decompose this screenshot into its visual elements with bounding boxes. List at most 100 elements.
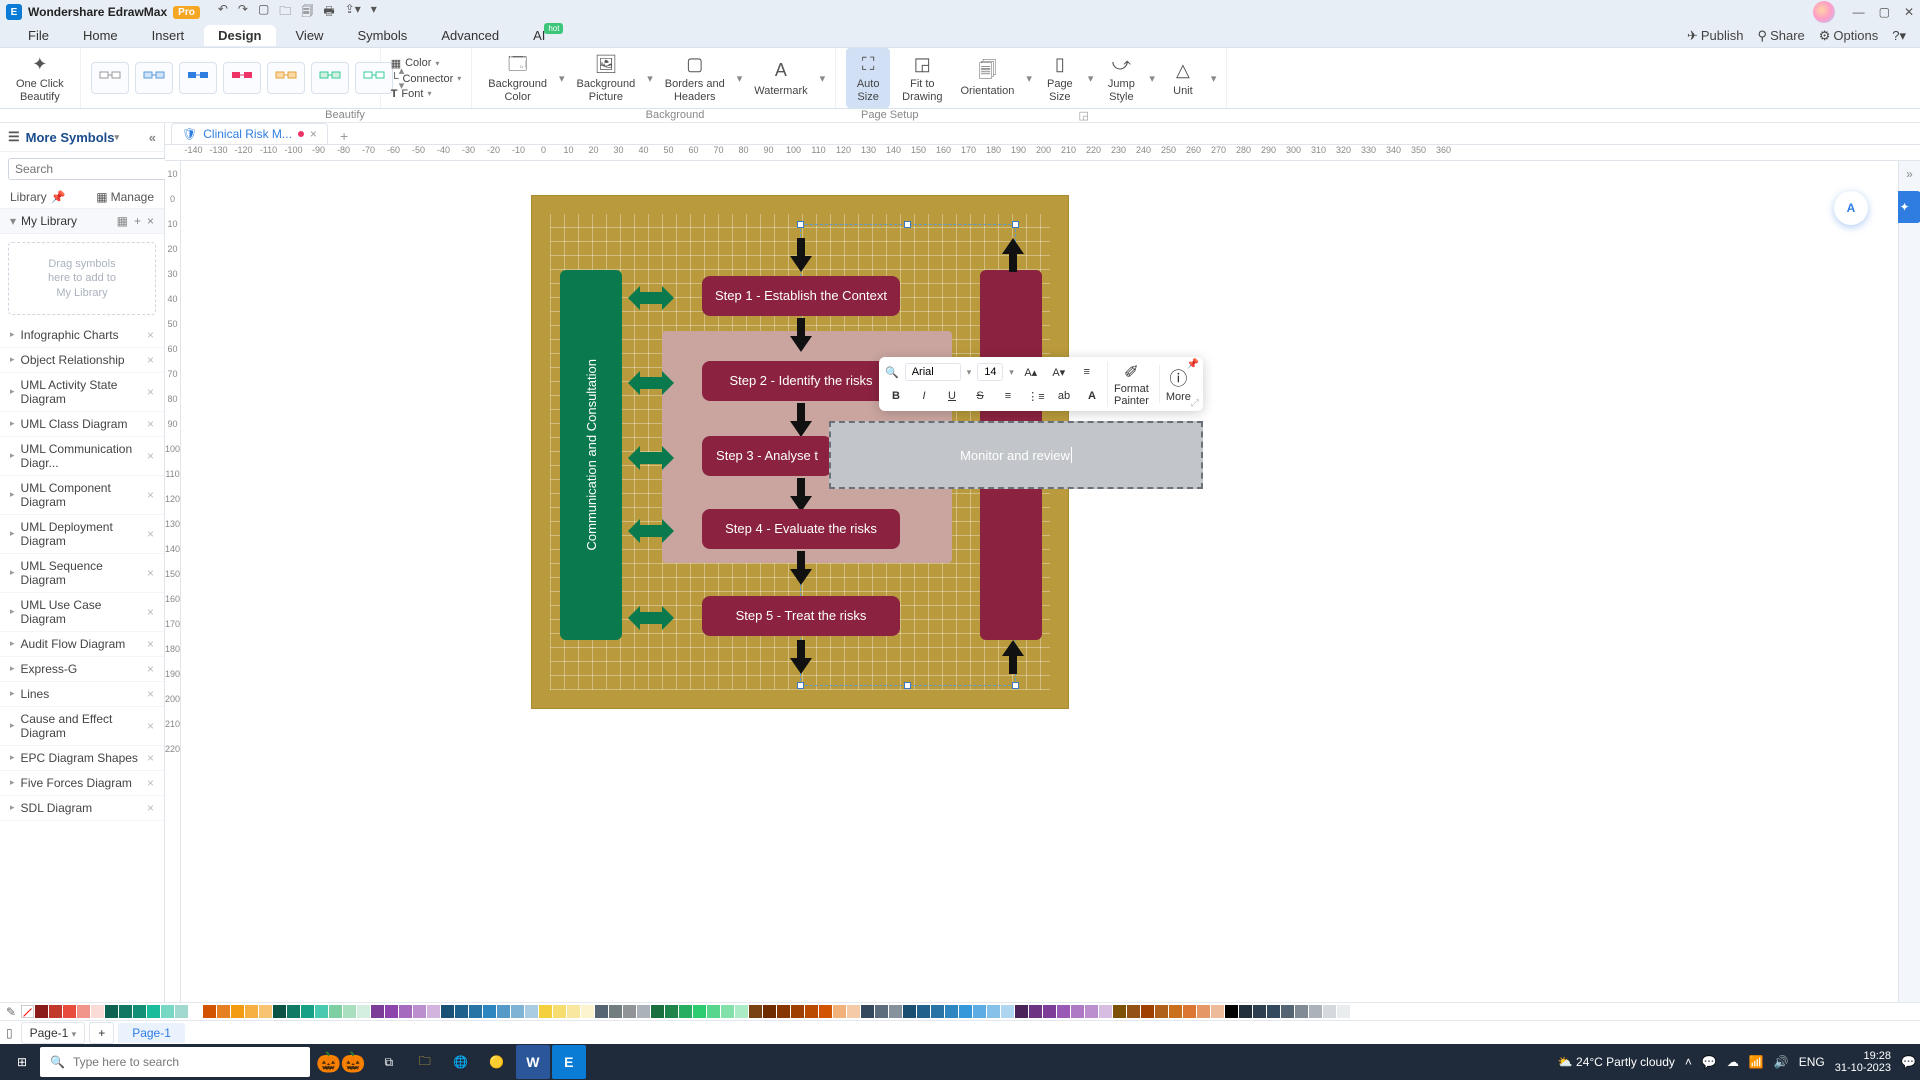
watermark-button[interactable]: AWatermark <box>748 55 813 102</box>
background-color-button[interactable]: 🗔Background Color <box>482 48 553 107</box>
category-close-icon[interactable]: × <box>147 449 154 463</box>
color-swatch[interactable] <box>749 1005 762 1018</box>
color-swatch[interactable] <box>1351 1005 1364 1018</box>
color-swatch[interactable] <box>1155 1005 1168 1018</box>
category-close-icon[interactable]: × <box>147 488 154 502</box>
color-swatch[interactable] <box>525 1005 538 1018</box>
category-close-icon[interactable]: × <box>147 605 154 619</box>
save-icon[interactable]: 🗐 <box>301 2 313 23</box>
color-swatch[interactable] <box>1197 1005 1210 1018</box>
jump-drop-icon[interactable]: ▾ <box>1149 72 1155 85</box>
color-swatch[interactable] <box>133 1005 146 1018</box>
color-swatch[interactable] <box>259 1005 272 1018</box>
color-swatch[interactable] <box>553 1005 566 1018</box>
color-swatch[interactable] <box>721 1005 734 1018</box>
color-swatch[interactable] <box>1141 1005 1154 1018</box>
fit-drawing-button[interactable]: ◲Fit to Drawing <box>896 48 948 107</box>
bg-picture-drop-icon[interactable]: ▾ <box>647 72 653 85</box>
category-item[interactable]: UML Sequence Diagram× <box>0 554 164 593</box>
color-swatch[interactable] <box>231 1005 244 1018</box>
category-item[interactable]: Lines× <box>0 682 164 707</box>
menu-design[interactable]: Design <box>204 25 275 46</box>
step-1-box[interactable]: Step 1 - Establish the Context <box>702 276 900 316</box>
notifications-icon[interactable]: 💬 <box>1901 1055 1916 1069</box>
onedrive-icon[interactable]: ☁ <box>1727 1055 1739 1069</box>
category-item[interactable]: SDL Diagram× <box>0 796 164 821</box>
tray-up-icon[interactable]: ˄ <box>1685 1055 1692 1069</box>
word-icon[interactable]: W <box>516 1045 550 1079</box>
color-swatch[interactable] <box>693 1005 706 1018</box>
green-arrow-1[interactable] <box>628 286 674 310</box>
category-item[interactable]: Object Relationship× <box>0 348 164 373</box>
canvas[interactable]: Communication and Consultation Step 1 - … <box>181 161 1898 1002</box>
menu-insert[interactable]: Insert <box>138 25 199 46</box>
color-swatch[interactable] <box>1337 1005 1350 1018</box>
arrow-down-4[interactable] <box>790 478 812 512</box>
color-swatch[interactable] <box>623 1005 636 1018</box>
color-swatch[interactable] <box>581 1005 594 1018</box>
color-swatch[interactable] <box>1309 1005 1322 1018</box>
italic-icon[interactable]: I <box>913 385 935 407</box>
arrow-down-5[interactable] <box>790 551 812 585</box>
menu-file[interactable]: File <box>14 25 63 46</box>
publish-button[interactable]: ✈ Publish <box>1687 28 1744 44</box>
color-swatch[interactable] <box>875 1005 888 1018</box>
color-swatch[interactable] <box>497 1005 510 1018</box>
color-swatch[interactable] <box>1085 1005 1098 1018</box>
page-view-icon[interactable]: ▯ <box>6 1026 13 1040</box>
share-button[interactable]: ⚲ Share <box>1758 28 1805 44</box>
borders-drop-icon[interactable]: ▾ <box>737 72 743 85</box>
options-button[interactable]: ⚙ Options <box>1819 28 1878 44</box>
strike-icon[interactable]: S <box>969 385 991 407</box>
background-picture-button[interactable]: 🖼Background Picture <box>571 48 642 107</box>
category-item[interactable]: Audit Flow Diagram× <box>0 632 164 657</box>
new-icon[interactable]: ▢ <box>258 2 269 23</box>
category-close-icon[interactable]: × <box>147 328 154 342</box>
color-swatch[interactable] <box>679 1005 692 1018</box>
color-swatch[interactable] <box>1281 1005 1294 1018</box>
category-close-icon[interactable]: × <box>147 662 154 676</box>
color-swatch[interactable] <box>1211 1005 1224 1018</box>
color-swatch[interactable] <box>399 1005 412 1018</box>
category-item[interactable]: EPC Diagram Shapes× <box>0 746 164 771</box>
expand-right-panel-icon[interactable]: » <box>1906 167 1913 181</box>
weather-widget[interactable]: ⛅ 24°C Partly cloudy <box>1558 1055 1675 1069</box>
color-swatch[interactable] <box>889 1005 902 1018</box>
library-pin-icon[interactable]: 📌 <box>51 190 66 204</box>
font-family-input[interactable] <box>905 363 961 381</box>
user-avatar[interactable] <box>1813 1 1835 23</box>
theme-color-button[interactable]: ▦ Color <box>391 57 462 70</box>
category-close-icon[interactable]: × <box>147 776 154 790</box>
menu-advanced[interactable]: Advanced <box>427 25 513 46</box>
color-swatch[interactable] <box>1113 1005 1126 1018</box>
color-swatch[interactable] <box>329 1005 342 1018</box>
color-swatch[interactable] <box>987 1005 1000 1018</box>
color-swatch[interactable] <box>1295 1005 1308 1018</box>
category-close-icon[interactable]: × <box>147 751 154 765</box>
watermark-drop-icon[interactable]: ▾ <box>820 72 826 85</box>
category-item[interactable]: UML Component Diagram× <box>0 476 164 515</box>
bold-icon[interactable]: B <box>885 385 907 407</box>
category-item[interactable]: UML Class Diagram× <box>0 412 164 437</box>
numbered-list-icon[interactable]: ≡ <box>997 385 1019 407</box>
communication-bar[interactable]: Communication and Consultation <box>560 270 622 640</box>
color-swatch[interactable] <box>217 1005 230 1018</box>
file-explorer-icon[interactable]: 🗀 <box>408 1045 442 1079</box>
color-swatch[interactable] <box>973 1005 986 1018</box>
maximize-icon[interactable]: ▢ <box>1879 5 1890 19</box>
edrawmax-taskbar-icon[interactable]: E <box>552 1045 586 1079</box>
arrow-up-2[interactable] <box>1002 640 1024 674</box>
menu-ai[interactable]: AIhot <box>519 25 559 46</box>
step-2-box[interactable]: Step 2 - Identify the risks <box>702 361 900 401</box>
category-item[interactable]: UML Deployment Diagram× <box>0 515 164 554</box>
color-swatch[interactable] <box>49 1005 62 1018</box>
redo-icon[interactable]: ↷ <box>238 2 248 23</box>
step-5-box[interactable]: Step 5 - Treat the risks <box>702 596 900 636</box>
theme-style-1[interactable] <box>91 62 129 94</box>
category-close-icon[interactable]: × <box>147 566 154 580</box>
format-painter-button[interactable]: ✐ Format Painter <box>1107 362 1155 407</box>
category-item[interactable]: UML Communication Diagr...× <box>0 437 164 476</box>
sidebar-menu-icon[interactable]: ☰ <box>8 129 20 145</box>
category-close-icon[interactable]: × <box>147 417 154 431</box>
add-tab-button[interactable]: + <box>334 128 354 144</box>
